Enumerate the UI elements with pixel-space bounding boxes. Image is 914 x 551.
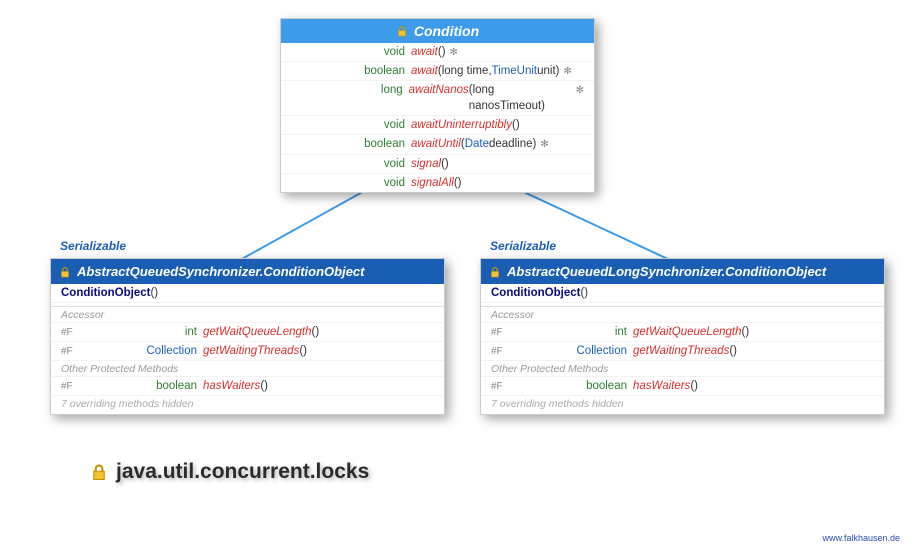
method-row: #FCollection getWaitingThreads (): [481, 342, 884, 361]
class-title-text: Condition: [414, 23, 479, 39]
lock-icon: [59, 266, 71, 278]
section-other: Other Protected Methods: [481, 361, 884, 377]
method-row: void signal (): [281, 155, 594, 174]
method-row: #Fint getWaitQueueLength (): [481, 323, 884, 342]
section-accessor: Accessor: [481, 307, 884, 323]
class-box-aqs-conditionobject: AbstractQueuedSynchronizer.ConditionObje…: [50, 258, 445, 415]
throws-marker: ✻: [564, 65, 572, 79]
lock-icon: [489, 266, 501, 278]
section-accessor: Accessor: [51, 307, 444, 323]
class-title-text: AbstractQueuedSynchronizer.ConditionObje…: [77, 264, 364, 279]
class-title-text: AbstractQueuedLongSynchronizer.Condition…: [507, 264, 826, 279]
throws-marker: ✻: [450, 46, 458, 60]
method-row: void await () ✻: [281, 43, 594, 62]
package-name: java.util.concurrent.locks: [116, 460, 369, 484]
class-box-aqls-conditionobject: AbstractQueuedLongSynchronizer.Condition…: [480, 258, 885, 415]
throws-marker: ✻: [540, 138, 548, 152]
throws-marker: ✻: [576, 84, 584, 98]
method-row: long awaitNanos (long nanosTimeout) ✻: [281, 81, 594, 116]
method-row: void signalAll (): [281, 174, 594, 192]
package-title: java.util.concurrent.locks: [90, 460, 369, 484]
class-title: AbstractQueuedLongSynchronizer.Condition…: [481, 259, 884, 284]
serializable-tag-left: Serializable: [60, 239, 126, 253]
method-row: boolean await (long time, TimeUnit unit)…: [281, 62, 594, 81]
method-row: #Fboolean hasWaiters (): [481, 377, 884, 396]
hidden-methods-note: 7 overriding methods hidden: [51, 396, 444, 414]
method-row: #FCollection getWaitingThreads (): [51, 342, 444, 361]
method-row: void awaitUninterruptibly (): [281, 116, 594, 135]
constructor-row: ConditionObject (): [481, 284, 884, 303]
class-title-condition: Condition: [281, 19, 594, 43]
method-row: #Fboolean hasWaiters (): [51, 377, 444, 396]
hidden-methods-note: 7 overriding methods hidden: [481, 396, 884, 414]
lock-icon: [90, 463, 108, 481]
lock-icon: [396, 25, 408, 37]
serializable-tag-right: Serializable: [490, 239, 556, 253]
class-box-condition: Condition void await () ✻boolean await (…: [280, 18, 595, 193]
section-other: Other Protected Methods: [51, 361, 444, 377]
method-row: #Fint getWaitQueueLength (): [51, 323, 444, 342]
method-row: boolean awaitUntil (Date deadline) ✻: [281, 135, 594, 154]
class-title: AbstractQueuedSynchronizer.ConditionObje…: [51, 259, 444, 284]
footer-link[interactable]: www.falkhausen.de: [822, 533, 900, 543]
constructor-row: ConditionObject (): [51, 284, 444, 303]
